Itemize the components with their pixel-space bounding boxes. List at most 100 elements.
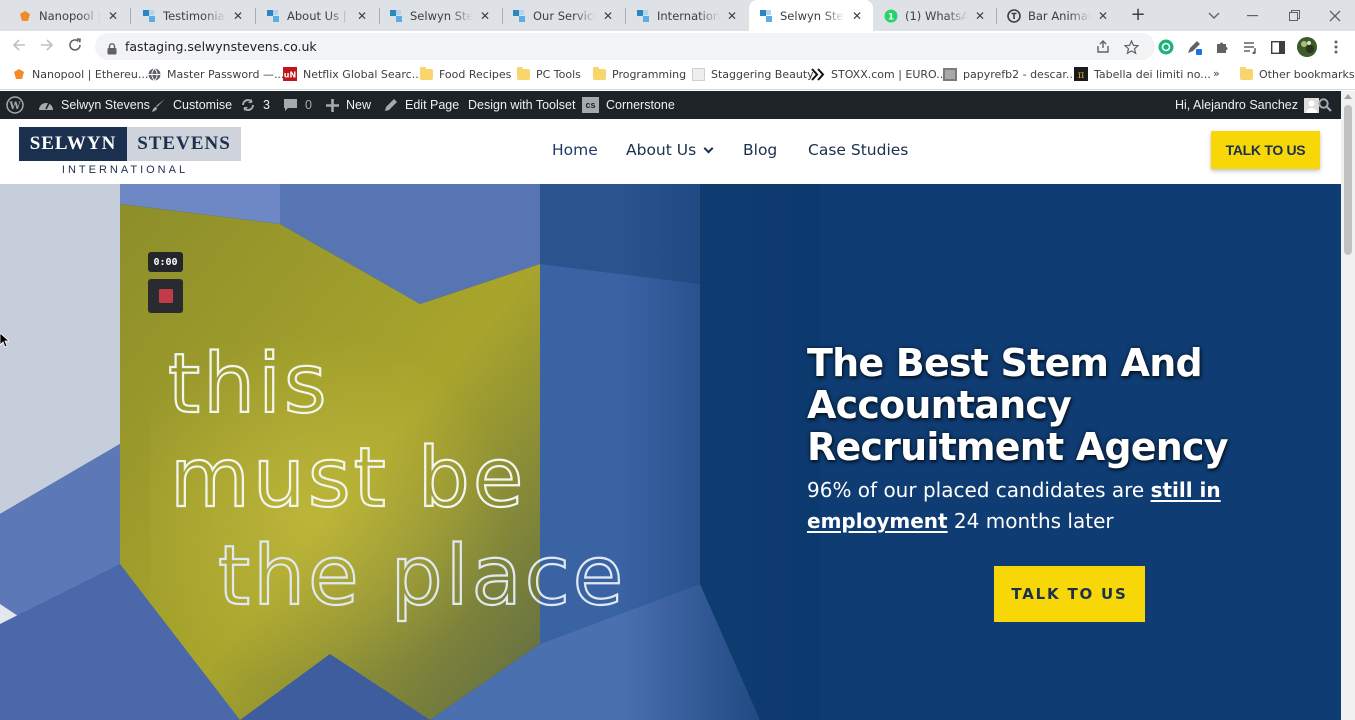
nav-home[interactable]: Home [552,141,598,159]
bookmark-item[interactable]: PC Tools [516,66,581,81]
image-icon [943,67,957,81]
wp-customise[interactable]: Customise [151,91,232,119]
bookmark-item[interactable]: Master Password —... [147,67,284,81]
tool-icon [1007,8,1021,23]
nav-about-us[interactable]: About Us [626,141,714,159]
scrollbar-thumb[interactable] [1344,105,1352,255]
browser-tab[interactable]: International T ✕ [626,0,748,31]
site-icon [389,9,403,23]
bookmark-item[interactable]: Staggering Beauty [691,67,814,81]
logo-word-2: STEVENS [127,127,241,161]
stop-recording-button[interactable] [148,279,183,313]
lock-icon[interactable] [107,40,117,59]
dashboard-icon [38,98,54,112]
bookmarks-bar: Nanopool | Ethereu... Master Password —.… [0,62,1355,90]
bookmark-item[interactable]: uN Netflix Global Searc... [283,67,422,81]
new-tab-button[interactable]: + [1127,4,1149,26]
nav-case-studies[interactable]: Case Studies [808,141,908,159]
bookmarks-overflow-button[interactable]: » [1213,67,1220,80]
close-tab-icon[interactable]: ✕ [1095,9,1111,23]
browser-tab[interactable]: About Us | Sel ✕ [256,0,378,31]
tab-search-chevron-icon[interactable] [1194,0,1234,31]
close-tab-icon[interactable]: ✕ [477,9,493,23]
browser-tab[interactable]: Nanopool | Eth ✕ [8,0,129,31]
close-tab-icon[interactable]: ✕ [600,9,616,23]
forward-button[interactable] [36,36,58,58]
updates-icon [240,98,256,112]
side-panel-icon[interactable] [1268,37,1288,57]
site-icon [266,9,280,23]
browser-tab-active[interactable]: Selwyn Steven ✕ [749,0,873,31]
wp-comments[interactable]: 0 [283,91,312,119]
browser-tab[interactable]: 1 (1) WhatsApp ✕ [874,0,996,31]
browser-tab[interactable]: Testimonials (1 ✕ [132,0,254,31]
close-tab-icon[interactable]: ✕ [724,9,740,23]
extensions-puzzle-icon[interactable] [1212,37,1232,57]
recording-timer: 0:00 [148,252,183,272]
bookmark-item[interactable]: Nanopool | Ethereu... [12,67,148,81]
browser-tab[interactable]: Selwyn Steven ✕ [379,0,501,31]
other-bookmarks-folder[interactable]: Other bookmarks [1239,66,1355,81]
browser-menu-icon[interactable] [1326,37,1346,57]
close-tab-icon[interactable]: ✕ [105,9,121,23]
nanopool-icon [12,67,26,81]
wordpress-logo-icon[interactable]: W [6,91,24,119]
wp-edit-page[interactable]: Edit Page [384,91,459,119]
close-tab-icon[interactable]: ✕ [230,9,246,23]
nav-blog[interactable]: Blog [743,141,777,159]
wp-updates[interactable]: 3 [240,91,270,119]
header-talk-to-us-button[interactable]: TALK TO US [1211,131,1320,169]
url-text: fastaging.selwynstevens.co.uk [125,39,317,54]
svg-text:π: π [1078,70,1085,81]
wp-design-with-toolset[interactable]: Design with Toolset [468,91,575,119]
folder-icon [592,66,606,81]
svg-text:uN: uN [284,71,296,80]
wp-cornerstone[interactable]: cs Cornerstone [582,91,675,119]
stop-icon [158,289,173,303]
address-bar[interactable]: fastaging.selwynstevens.co.uk [95,33,1155,60]
reload-button[interactable] [64,36,86,58]
whatsapp-icon: 1 [884,9,898,23]
pencil-icon [384,98,398,112]
minimize-button[interactable] [1232,0,1272,31]
wp-search-icon[interactable] [1318,91,1332,119]
profile-avatar[interactable] [1297,37,1317,57]
pi-icon: π [1074,67,1088,81]
hero-talk-to-us-button[interactable]: TALK TO US [994,566,1145,622]
media-queue-icon[interactable] [1240,37,1260,57]
wp-site-name[interactable]: Selwyn Stevens [38,91,150,119]
bookmark-item[interactable]: π Tabella dei limiti no... [1074,67,1211,81]
hero-title: The Best Stem And Accountancy Recruitmen… [807,341,1229,469]
restore-button[interactable] [1274,0,1314,31]
back-button[interactable] [8,36,30,58]
cornerstone-icon: cs [582,97,599,113]
share-icon[interactable] [1093,37,1113,57]
mouse-cursor-icon [0,332,11,352]
close-tab-icon[interactable]: ✕ [849,9,865,23]
browser-tab[interactable]: Our Services | ✕ [502,0,624,31]
close-window-button[interactable] [1315,0,1355,31]
scroll-up-arrow-icon[interactable] [1344,94,1352,99]
browser-toolbar: fastaging.selwynstevens.co.uk [0,31,1355,62]
site-icon [142,9,156,23]
folder-icon [516,66,530,81]
page-icon [691,67,705,81]
wp-account[interactable]: Hi, Alejandro Sanchez [1175,91,1319,119]
bookmark-item[interactable]: STOXX.com | EURO... [811,67,947,81]
close-tab-icon[interactable]: ✕ [354,9,370,23]
browser-tab[interactable]: Bar Animation ✕ [997,0,1119,31]
user-avatar [1304,97,1319,113]
bookmark-star-icon[interactable] [1121,37,1141,57]
bookmark-item[interactable]: Food Recipes [419,66,511,81]
extension-green-icon[interactable] [1156,37,1176,57]
bookmark-item[interactable]: Programming [592,66,686,81]
brush-icon [151,98,166,113]
close-tab-icon[interactable]: ✕ [972,9,988,23]
page-scrollbar[interactable] [1341,91,1355,720]
wp-new[interactable]: New [326,91,371,119]
comment-icon [283,98,298,112]
extension-pen-icon[interactable] [1184,37,1204,57]
site-logo[interactable]: SELWYN STEVENS INTERNATIONAL [19,127,241,177]
bookmark-item[interactable]: papyrefb2 - descar... [943,67,1076,81]
neon-text-line-3: the place [218,529,626,624]
